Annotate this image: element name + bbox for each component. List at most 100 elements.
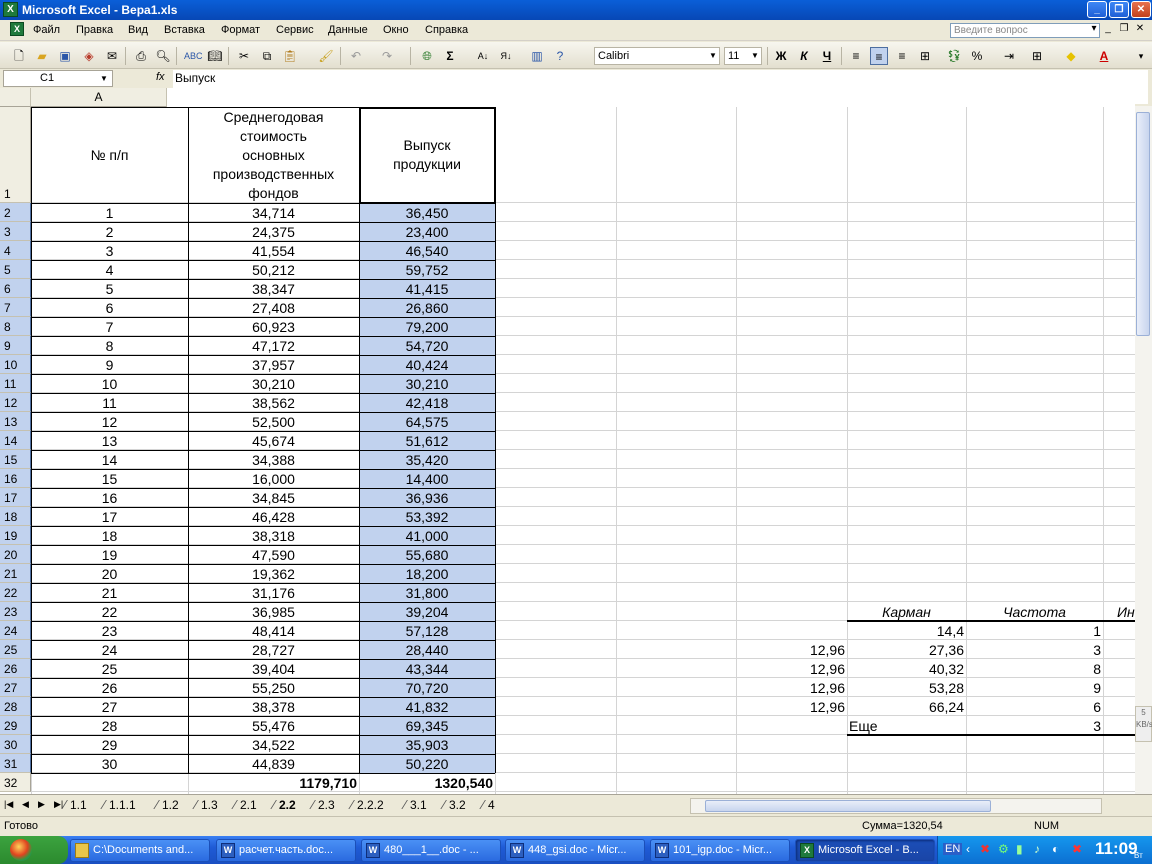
row-header[interactable]: 31 <box>0 754 31 773</box>
freq-left-value[interactable]: 12,96 <box>736 698 847 716</box>
cell-cost[interactable]: 19,362 <box>188 565 359 583</box>
cell-output[interactable]: 36,450 <box>359 204 495 222</box>
cell-output[interactable]: 36,936 <box>359 489 495 507</box>
cell-number[interactable]: 10 <box>31 375 188 393</box>
row-header[interactable]: 21 <box>0 564 31 583</box>
chevron-down-icon[interactable]: ▾ <box>1087 22 1101 36</box>
doc-minimize-button[interactable]: _ <box>1101 22 1115 36</box>
autosum-icon[interactable]: Σ <box>441 47 459 65</box>
antivirus-icon[interactable]: ✖ <box>980 842 990 856</box>
menu-view[interactable]: Вид <box>128 24 148 36</box>
cell-output[interactable]: 59,752 <box>359 261 495 279</box>
cell-number[interactable]: 15 <box>31 470 188 488</box>
row-header[interactable]: 13 <box>0 412 31 431</box>
email-icon[interactable]: ✉ <box>103 47 121 65</box>
cell-output[interactable]: 40,424 <box>359 356 495 374</box>
cell-number[interactable]: 8 <box>31 337 188 355</box>
cell-number[interactable]: 4 <box>31 261 188 279</box>
align-center-icon[interactable]: ≡ <box>870 47 888 65</box>
cell-output[interactable]: 41,415 <box>359 280 495 298</box>
cell-output[interactable]: 69,345 <box>359 717 495 735</box>
hyperlink-icon[interactable]: 🌐︎ <box>418 47 436 65</box>
freq-count-value[interactable]: 6 <box>966 698 1103 716</box>
cell-output[interactable]: 53,392 <box>359 508 495 526</box>
menu-file[interactable]: Файл <box>33 24 60 36</box>
sheet-tab[interactable]: 1.1 <box>70 797 87 814</box>
bold-button[interactable]: Ж <box>772 47 790 65</box>
cell-cost[interactable]: 55,250 <box>188 679 359 697</box>
new-icon[interactable]: 🗋 <box>10 47 28 65</box>
cell-number[interactable]: 11 <box>31 394 188 412</box>
minimize-button[interactable]: _ <box>1087 1 1107 18</box>
select-all-corner[interactable] <box>0 88 31 107</box>
cell-output[interactable]: 54,720 <box>359 337 495 355</box>
sheet-tab[interactable]: 2.3 <box>318 797 335 814</box>
cell-number[interactable]: 12 <box>31 413 188 431</box>
column-header-a[interactable]: A <box>31 88 167 107</box>
row-header[interactable]: 24 <box>0 621 31 640</box>
horizontal-scroll-thumb[interactable] <box>705 800 991 812</box>
research-icon[interactable]: 📖︎ <box>206 47 224 65</box>
cell-cost[interactable]: 27,408 <box>188 299 359 317</box>
cell-output[interactable]: 26,860 <box>359 299 495 317</box>
cell-output[interactable]: 55,680 <box>359 546 495 564</box>
cell-number[interactable]: 26 <box>31 679 188 697</box>
cell-output[interactable]: 30,210 <box>359 375 495 393</box>
cell-output[interactable]: 43,344 <box>359 660 495 678</box>
cell-cost[interactable]: 16,000 <box>188 470 359 488</box>
cell-cost[interactable]: 52,500 <box>188 413 359 431</box>
sheet-tab[interactable]: 3.2 <box>449 797 466 814</box>
print-icon[interactable]: ⎙ <box>132 47 150 65</box>
percent-button[interactable]: % <box>968 47 986 65</box>
cell-number[interactable]: 21 <box>31 584 188 602</box>
cell-output[interactable]: 18,200 <box>359 565 495 583</box>
cell-cost[interactable]: 38,347 <box>188 280 359 298</box>
row-header[interactable]: 25 <box>0 640 31 659</box>
cell-number[interactable]: 5 <box>31 280 188 298</box>
cell-number[interactable]: 30 <box>31 755 188 773</box>
cell-number[interactable]: 18 <box>31 527 188 545</box>
align-left-icon[interactable]: ≡ <box>847 47 865 65</box>
sheet-tab[interactable]: 2.2 <box>279 797 296 814</box>
row-header[interactable]: 7 <box>0 298 31 317</box>
chevron-down-icon[interactable]: ▼ <box>100 71 108 86</box>
row-header[interactable]: 28 <box>0 697 31 716</box>
format-painter-icon[interactable]: 🖌︎ <box>317 47 335 65</box>
freq-pocket-value[interactable]: 53,28 <box>847 679 966 697</box>
task-doc-4[interactable]: W 101_igp.doc - Micr... <box>650 839 790 862</box>
total-cost[interactable]: 1179,710 <box>188 774 359 792</box>
cell-cost[interactable]: 39,404 <box>188 660 359 678</box>
start-button[interactable] <box>0 836 68 864</box>
freq-count-value[interactable]: 9 <box>966 679 1103 697</box>
cell-number[interactable]: 14 <box>31 451 188 469</box>
row-header[interactable]: 6 <box>0 279 31 298</box>
freq-pocket-value[interactable]: 27,36 <box>847 641 966 659</box>
freq-more-label[interactable]: Еще <box>849 717 878 735</box>
cell-cost[interactable]: 41,554 <box>188 242 359 260</box>
cell-cost[interactable]: 34,388 <box>188 451 359 469</box>
freq-left-value[interactable]: 12,96 <box>736 660 847 678</box>
freq-pocket-value[interactable]: 40,32 <box>847 660 966 678</box>
cell-output[interactable]: 14,400 <box>359 470 495 488</box>
cell-cost[interactable]: 30,210 <box>188 375 359 393</box>
cell-number[interactable]: 17 <box>31 508 188 526</box>
freq-more-value[interactable]: 3 <box>966 717 1103 735</box>
cell-cost[interactable]: 44,839 <box>188 755 359 773</box>
sheet-tab[interactable]: 3.1 <box>410 797 427 814</box>
horizontal-scrollbar[interactable] <box>690 798 1102 814</box>
language-indicator[interactable]: EN <box>943 843 963 855</box>
sheet-tab[interactable]: 4 <box>488 797 495 814</box>
row-header[interactable]: 15 <box>0 450 31 469</box>
cell-number[interactable]: 2 <box>31 223 188 241</box>
security-icon[interactable]: ✖ <box>1072 842 1082 856</box>
task-excel[interactable]: X Microsoft Excel - B... <box>795 839 935 862</box>
cell-number[interactable]: 1 <box>31 204 188 222</box>
row-header[interactable]: 32 <box>0 773 31 792</box>
cell-cost[interactable]: 36,985 <box>188 603 359 621</box>
row-header[interactable]: 16 <box>0 469 31 488</box>
freq-count-value[interactable]: 1 <box>966 622 1103 640</box>
cell-cost[interactable]: 37,957 <box>188 356 359 374</box>
open-folder-icon[interactable]: ▰ <box>33 47 51 65</box>
cell-number[interactable]: 19 <box>31 546 188 564</box>
row-header[interactable]: 5 <box>0 260 31 279</box>
